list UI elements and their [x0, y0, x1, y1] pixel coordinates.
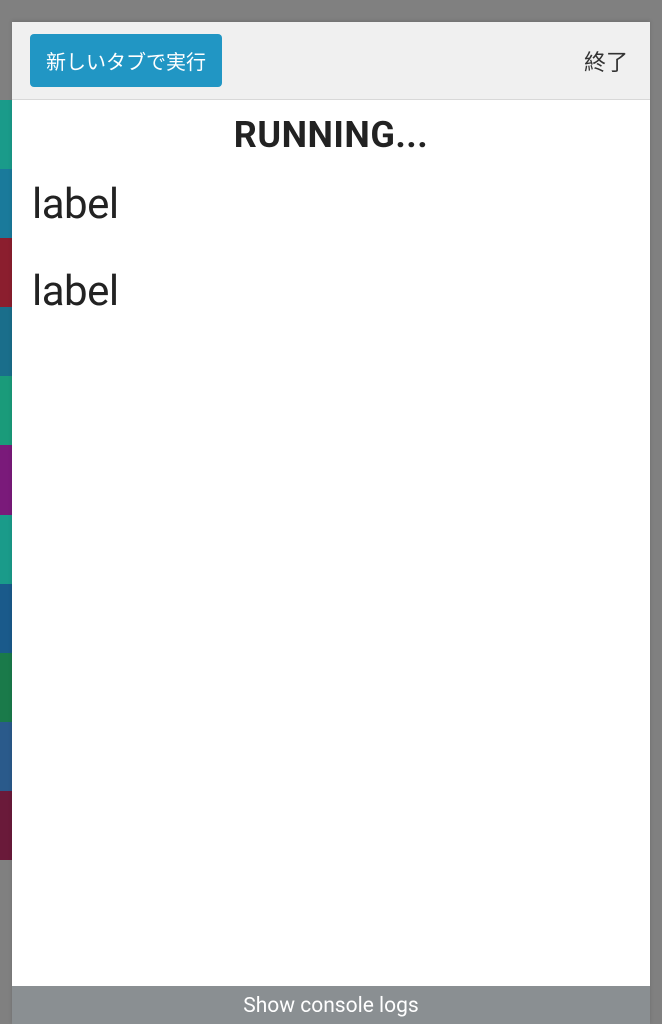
modal-body: RUNNING... label label — [12, 100, 650, 986]
status-title: RUNNING... — [32, 114, 630, 156]
run-modal: 新しいタブで実行 終了 RUNNING... label label Show … — [12, 22, 650, 1024]
modal-header: 新しいタブで実行 終了 — [12, 22, 650, 100]
output-label: label — [32, 267, 630, 316]
show-console-logs-button[interactable]: Show console logs — [12, 986, 650, 1024]
output-label: label — [32, 180, 630, 229]
background-color-stripes — [0, 100, 12, 860]
run-new-tab-button[interactable]: 新しいタブで実行 — [30, 34, 222, 87]
close-button[interactable]: 終了 — [580, 37, 632, 85]
